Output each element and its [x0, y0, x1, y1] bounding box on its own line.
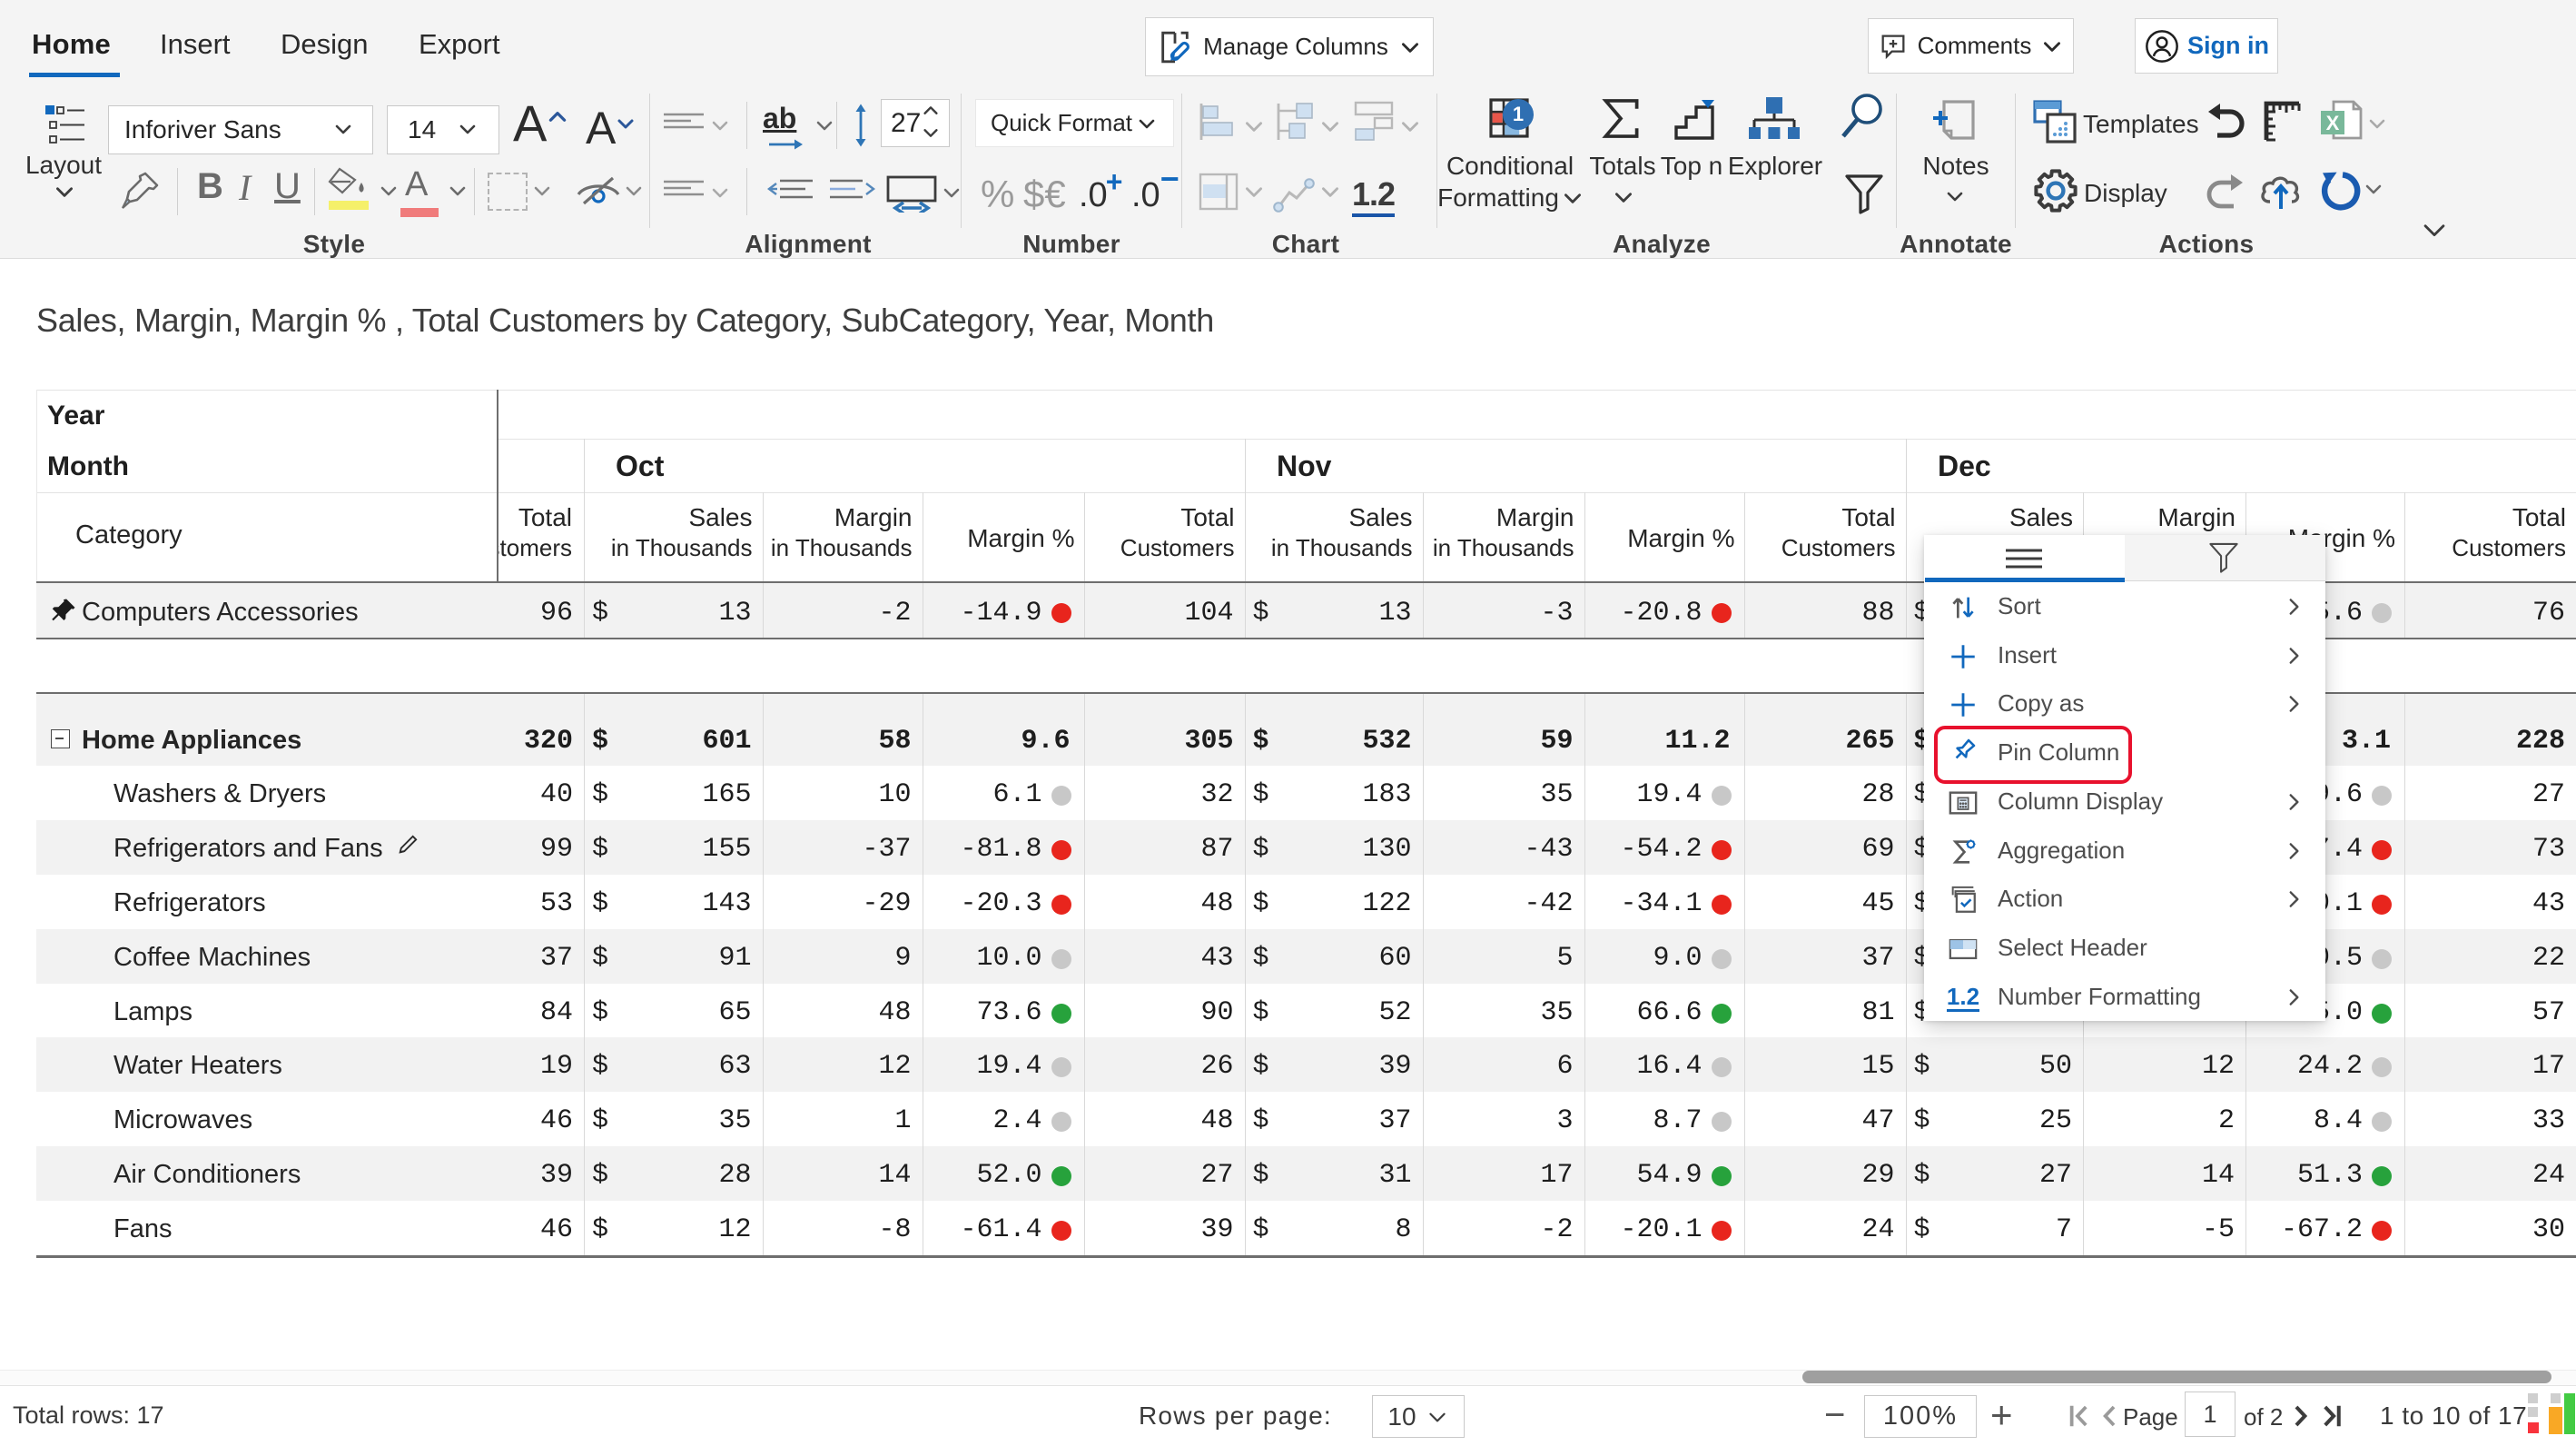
svg-text:X: X: [2326, 112, 2340, 134]
